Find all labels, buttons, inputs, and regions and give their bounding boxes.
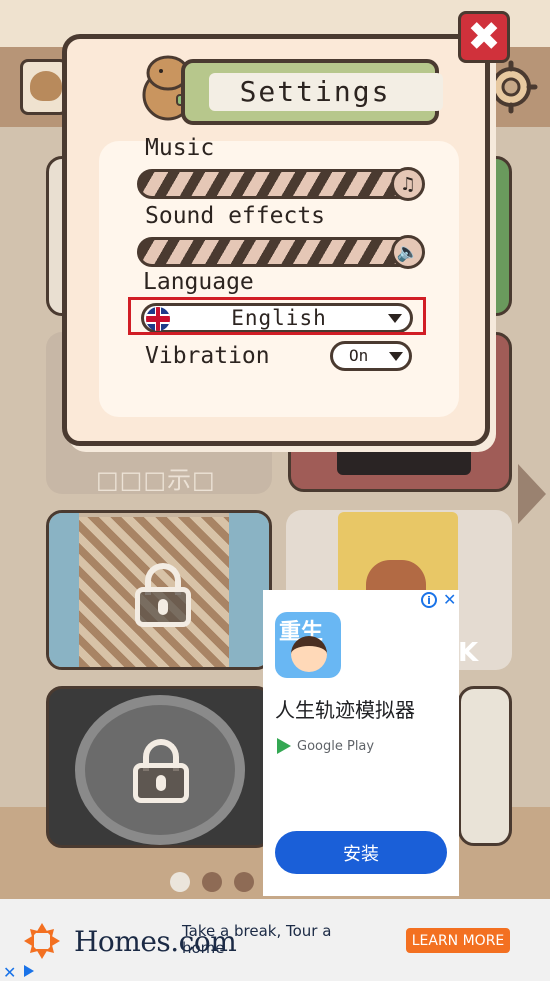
sound-effects-label: Sound effects	[145, 203, 326, 229]
music-volume-slider[interactable]	[137, 169, 423, 199]
settings-title-banner: Settings	[181, 59, 443, 125]
chevron-down-icon	[389, 352, 403, 361]
app-icon[interactable]: 重生	[275, 612, 341, 678]
selection-highlight	[128, 297, 426, 335]
page-indicator	[170, 872, 254, 892]
vibration-select-value: On	[349, 346, 369, 365]
page-dot[interactable]	[202, 872, 222, 892]
sound-effects-volume-slider[interactable]	[137, 237, 423, 267]
close-icon[interactable]: ✕	[3, 963, 16, 981]
vibration-select[interactable]: On	[330, 341, 412, 371]
homes-logo-icon	[24, 923, 60, 959]
app-icon-character	[291, 636, 327, 672]
page-title: Settings	[239, 75, 391, 108]
level-card-label: □□□示□	[96, 466, 216, 494]
profile-avatar-button[interactable]	[20, 59, 68, 115]
install-button[interactable]: 安装	[275, 831, 447, 874]
ad-panel[interactable]: i ✕ 重生 人生轨迹模拟器 Google Play 安装	[263, 590, 459, 896]
page-dot[interactable]	[234, 872, 254, 892]
lock-icon	[133, 739, 189, 803]
close-icon[interactable]: ✕	[443, 592, 456, 608]
gear-icon[interactable]	[484, 60, 538, 114]
music-label: Music	[145, 135, 215, 161]
level-card-locked[interactable]	[46, 510, 272, 670]
level-card[interactable]	[458, 686, 512, 846]
page-dot-active[interactable]	[170, 872, 190, 892]
music-note-icon[interactable]: ♫	[391, 167, 425, 201]
adchoices-icon[interactable]	[24, 965, 34, 977]
close-icon: ✖	[467, 14, 501, 60]
level-card-label: K	[458, 638, 479, 668]
next-page-arrow-icon[interactable]	[518, 464, 546, 524]
ad-controls: i ✕	[421, 592, 456, 608]
banner-message: Take a break, Tour a home	[182, 922, 332, 957]
google-play-badge: Google Play	[277, 738, 374, 754]
level-card-art	[49, 513, 79, 667]
settings-dialog: Settings Music ♫ Sound effects 🔈 Languag…	[62, 34, 490, 446]
level-card-locked[interactable]	[46, 686, 272, 848]
lock-icon	[135, 563, 191, 627]
banner-ad[interactable]: Homes.com Take a break, Tour a home LEAR…	[0, 899, 550, 981]
learn-more-button[interactable]: LEARN MORE	[406, 928, 510, 953]
info-icon[interactable]: i	[421, 592, 437, 608]
capybara-avatar-icon	[30, 71, 62, 101]
google-play-icon	[277, 738, 291, 754]
close-settings-button[interactable]: ✖	[458, 11, 510, 63]
ad-app-name: 人生轨迹模拟器	[275, 698, 415, 722]
vibration-label: Vibration	[145, 343, 270, 369]
speaker-icon[interactable]: 🔈	[391, 235, 425, 269]
language-label: Language	[143, 269, 254, 295]
google-play-label: Google Play	[297, 738, 375, 754]
